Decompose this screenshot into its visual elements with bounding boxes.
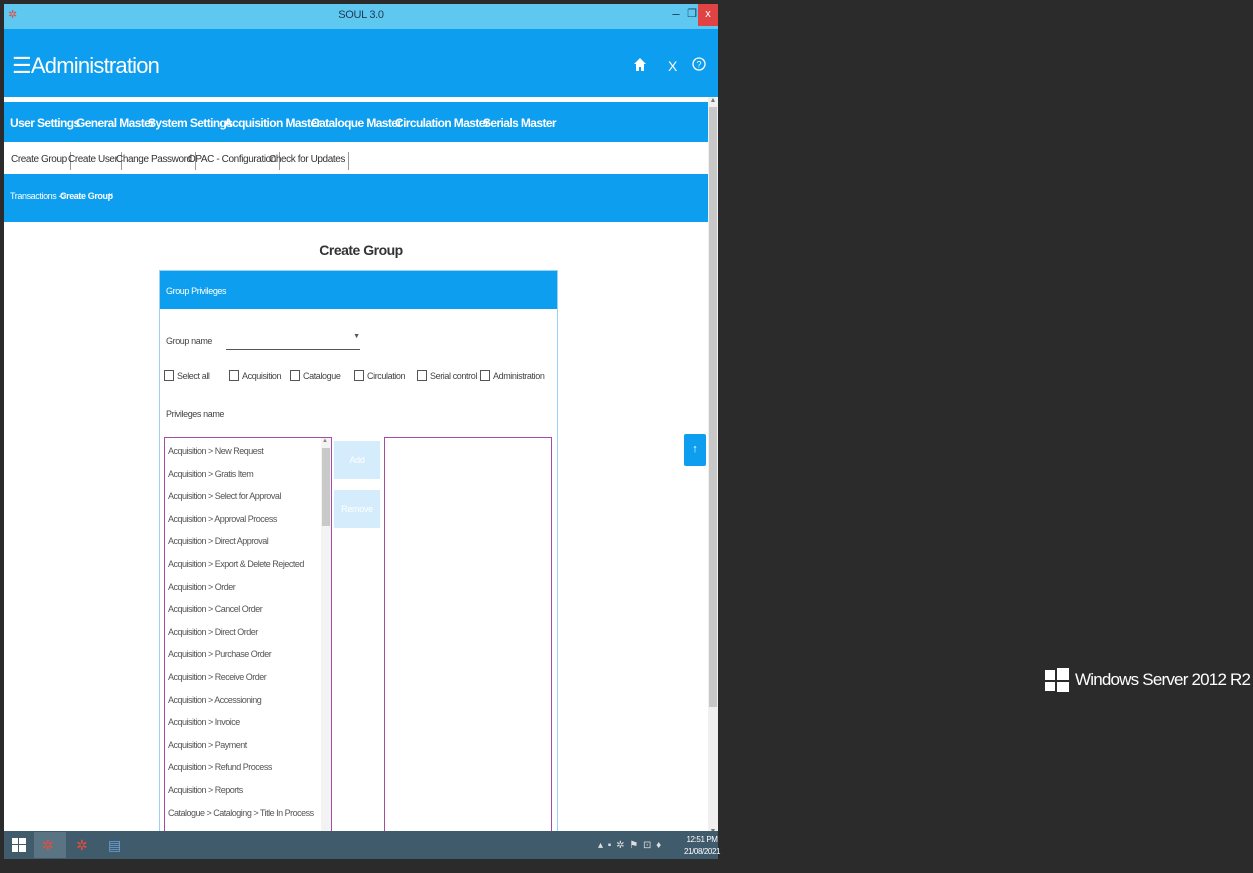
checkbox-label: Circulation bbox=[367, 371, 406, 381]
menu-user-settings[interactable]: User Settings bbox=[10, 116, 80, 130]
minimize-button[interactable]: – bbox=[669, 6, 683, 21]
scroll-up-arrow-icon[interactable]: ▲ bbox=[322, 438, 328, 444]
list-item[interactable]: Acquisition > Direct Approval bbox=[168, 536, 269, 546]
list-item[interactable]: Acquisition > Invoice bbox=[168, 717, 240, 727]
window-titlebar: ✲ SOUL 3.0 – ❐ x bbox=[4, 4, 718, 29]
svg-text:?: ? bbox=[696, 60, 701, 70]
scroll-to-top-button[interactable]: ↑ bbox=[684, 434, 706, 466]
checkbox-select-all[interactable]: Select all bbox=[164, 370, 210, 381]
selected-privileges-list[interactable] bbox=[384, 437, 552, 838]
system-tray-icons[interactable]: ▴ ▪ ✲ ⚑ ⊡ ♦ bbox=[598, 840, 662, 851]
home-icon[interactable] bbox=[634, 58, 646, 74]
checkbox-box[interactable] bbox=[417, 370, 427, 381]
soul-app-icon: ✲ bbox=[42, 837, 54, 853]
list-item[interactable]: Acquisition > Export & Delete Rejected bbox=[168, 559, 304, 569]
list-item[interactable]: Acquisition > New Request bbox=[168, 446, 264, 456]
checkbox-circulation[interactable]: Circulation bbox=[354, 370, 406, 381]
menu-cataloque-master[interactable]: Cataloque Master bbox=[311, 116, 402, 130]
menu-general-master[interactable]: General Master bbox=[76, 116, 155, 130]
windows-logo-icon bbox=[1045, 668, 1069, 692]
list-item[interactable]: Acquisition > Accessioning bbox=[168, 695, 262, 705]
list-item[interactable]: Acquisition > Payment bbox=[168, 740, 247, 750]
list-item[interactable]: Acquisition > Purchase Order bbox=[168, 649, 272, 659]
list-item[interactable]: Acquisition > Approval Process bbox=[168, 514, 277, 524]
list-item[interactable]: Acquisition > Receive Order bbox=[168, 672, 267, 682]
list-item[interactable]: Acquisition > Reports bbox=[168, 785, 243, 795]
list-item[interactable]: Acquisition > Order bbox=[168, 582, 236, 592]
subnav-change-password[interactable]: Change Password bbox=[113, 152, 196, 170]
close-window-button[interactable]: x bbox=[698, 4, 718, 26]
soul-app-window: ✲ SOUL 3.0 – ❐ x ☰Administration X ? ▲ ▼… bbox=[4, 4, 718, 859]
close-module-button[interactable]: X bbox=[668, 58, 677, 74]
subnav-check-for-updates[interactable]: Check for Updates bbox=[266, 152, 350, 170]
breadcrumb-current-tab[interactable]: Create Group bbox=[60, 191, 113, 201]
checkbox-label: Administration bbox=[493, 371, 545, 381]
checkbox-label: Acquisition bbox=[242, 371, 282, 381]
subnav-create-group[interactable]: Create Group bbox=[8, 152, 71, 170]
checkbox-acquisition[interactable]: Acquisition bbox=[229, 370, 282, 381]
checkbox-box[interactable] bbox=[290, 370, 300, 381]
windows-taskbar: ✲ ✲ ▤ ▴ ▪ ✲ ⚑ ⊡ ♦ 12:51 PM 21/08/2021 bbox=[4, 831, 720, 859]
taskbar-document-app[interactable]: ▤ bbox=[100, 832, 132, 858]
menu-serials-master[interactable]: Serials Master bbox=[483, 116, 557, 130]
panel-heading: Group Privileges bbox=[160, 271, 557, 309]
menu-circulation-master[interactable]: Circulation Master bbox=[395, 116, 489, 130]
group-name-select[interactable]: ▼ bbox=[226, 331, 360, 350]
chevron-down-icon: ▼ bbox=[353, 333, 360, 340]
page-scrollbar[interactable]: ▲ ▼ bbox=[708, 97, 718, 835]
windows-server-watermark: Windows Server 2012 R2 bbox=[1075, 670, 1251, 689]
privileges-name-label: Privileges name bbox=[166, 409, 225, 419]
checkbox-box[interactable] bbox=[164, 370, 174, 381]
scroll-up-arrow-icon[interactable]: ▲ bbox=[708, 97, 718, 104]
clock-date: 21/08/2021 bbox=[684, 847, 721, 856]
list-item[interactable]: Acquisition > Cancel Order bbox=[168, 604, 263, 614]
close-tab-icon[interactable]: × bbox=[108, 190, 113, 200]
page-title: Create Group bbox=[319, 242, 403, 258]
menu-acquisition-master[interactable]: Acquisition Master bbox=[224, 116, 321, 130]
maximize-button[interactable]: ❐ bbox=[685, 7, 699, 20]
remove-button[interactable]: Remove bbox=[334, 490, 380, 528]
app-header: ☰Administration X ? bbox=[4, 29, 718, 97]
list-scrollbar-thumb[interactable] bbox=[322, 448, 330, 526]
help-icon[interactable]: ? bbox=[692, 57, 706, 74]
checkbox-catalogue[interactable]: Catalogue bbox=[290, 370, 341, 381]
menu-toggle-title[interactable]: ☰Administration bbox=[12, 53, 160, 79]
checkbox-label: Serial control bbox=[430, 371, 477, 381]
checkbox-label: Catalogue bbox=[303, 371, 341, 381]
document-icon: ▤ bbox=[108, 837, 122, 853]
list-scrollbar[interactable]: ▲ bbox=[321, 438, 331, 838]
group-privileges-panel: Group Privileges Group name ▼ Select all… bbox=[159, 270, 558, 838]
checkbox-box[interactable] bbox=[354, 370, 364, 381]
breadcrumb-parent[interactable]: Transactions -> bbox=[10, 191, 66, 201]
menu-system-settings[interactable]: System Settings bbox=[148, 116, 233, 130]
window-title: SOUL 3.0 bbox=[338, 9, 384, 21]
list-item[interactable]: Acquisition > Select for Approval bbox=[168, 491, 281, 501]
checkbox-administration[interactable]: Administration bbox=[480, 370, 545, 381]
list-item[interactable]: Acquisition > Direct Order bbox=[168, 627, 258, 637]
taskbar-soul-app[interactable]: ✲ bbox=[34, 832, 66, 858]
group-name-label: Group name bbox=[166, 336, 213, 346]
list-item[interactable]: Acquisition > Gratis Item bbox=[168, 469, 254, 479]
soul-app-icon: ✲ bbox=[76, 837, 88, 853]
taskbar-soul-app-2[interactable]: ✲ bbox=[68, 832, 100, 858]
scrollbar-thumb[interactable] bbox=[709, 107, 717, 707]
breadcrumb: Transactions -> Create Group × bbox=[4, 174, 708, 222]
list-item[interactable]: Catalogue > Cataloging > Title In Proces… bbox=[168, 808, 314, 818]
add-button[interactable]: Add bbox=[334, 441, 380, 479]
list-item[interactable]: Acquisition > Refund Process bbox=[168, 762, 272, 772]
checkbox-serial-control[interactable]: Serial control bbox=[417, 370, 477, 381]
clock-time: 12:51 PM bbox=[686, 835, 718, 844]
start-button[interactable] bbox=[12, 838, 26, 855]
panel-heading-label: Group Privileges bbox=[166, 286, 227, 296]
available-privileges-list[interactable]: ▲ Acquisition > New Request Acquisition >… bbox=[164, 437, 332, 838]
checkbox-label: Select all bbox=[177, 371, 210, 381]
checkbox-box[interactable] bbox=[229, 370, 239, 381]
main-menubar: User Settings General Master System Sett… bbox=[4, 102, 708, 142]
taskbar-clock[interactable]: 12:51 PM 21/08/2021 bbox=[684, 834, 720, 858]
submenu-bar: Create Group Create User Change Password… bbox=[4, 146, 708, 175]
checkbox-box[interactable] bbox=[480, 370, 490, 381]
